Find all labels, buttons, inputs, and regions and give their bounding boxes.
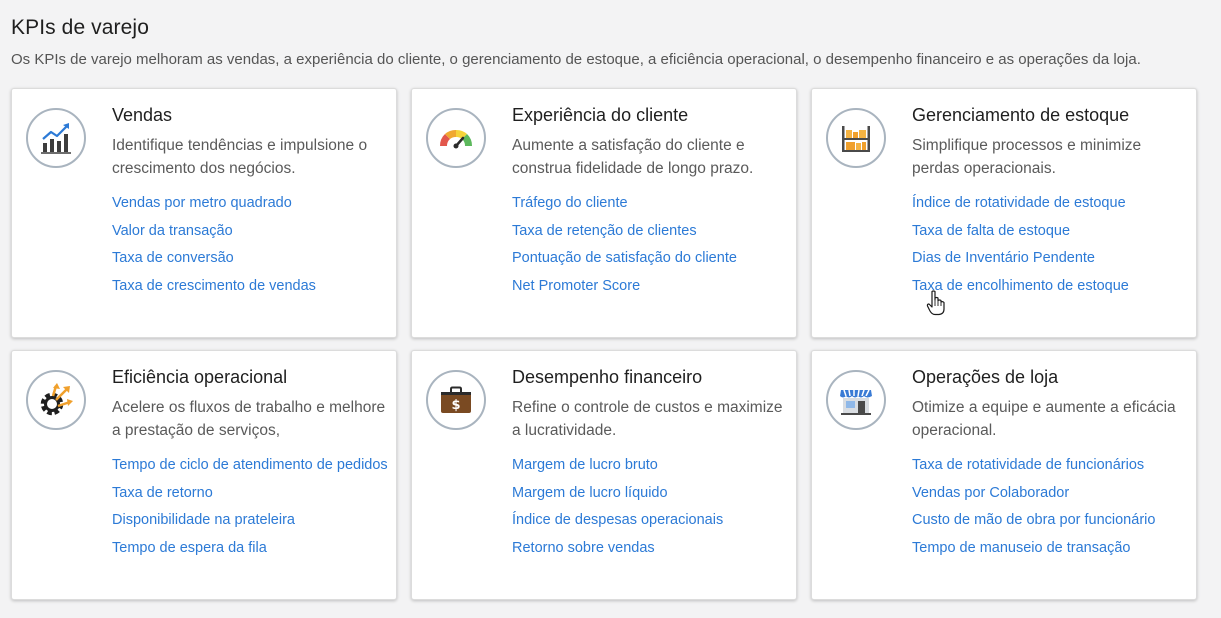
card-store-operations: Operações de loja Otimize a equipe e aum…: [811, 350, 1197, 600]
card-description: Aumente a satisfação do cliente e constr…: [512, 137, 754, 177]
kpi-link-list: Vendas por metro quadrado Valor da trans…: [112, 193, 388, 303]
satisfaction-gauge-icon: [439, 129, 473, 149]
inventory-shelf-icon: [842, 126, 870, 152]
card-icon-circle: [26, 370, 86, 430]
kpi-link-sales-per-square-meter[interactable]: Vendas por metro quadrado: [112, 193, 292, 214]
card-icon-circle: [426, 108, 486, 168]
kpi-link-transaction-value[interactable]: Valor da transação: [112, 221, 233, 242]
kpi-link-inventory-turnover-ratio[interactable]: Índice de rotatividade de estoque: [912, 193, 1126, 214]
kpi-link-gross-profit-margin[interactable]: Margem de lucro bruto: [512, 455, 658, 476]
kpi-link-list: Tempo de ciclo de atendimento de pedidos…: [112, 455, 388, 565]
card-icon-circle: [826, 370, 886, 430]
card-description: Otimize a equipe e aumente a eficácia op…: [912, 399, 1176, 439]
retail-kpis-page: KPIs de varejo Os KPIs de varejo melhora…: [0, 0, 1221, 618]
kpi-link-list: Taxa de rotatividade de funcionários Ven…: [912, 455, 1188, 565]
kpi-link-days-inventory-outstanding[interactable]: Dias de Inventário Pendente: [912, 248, 1095, 269]
page-subtitle: Os KPIs de varejo melhoram as vendas, a …: [11, 51, 1141, 68]
kpi-link-inventory-shrinkage-rate[interactable]: Taxa de encolhimento de estoque: [912, 276, 1129, 297]
kpi-link-sales-per-employee[interactable]: Vendas por Colaborador: [912, 483, 1069, 504]
page-title: KPIs de varejo: [11, 16, 149, 39]
card-customer-experience: Experiência do cliente Aumente a satisfa…: [411, 88, 797, 338]
kpi-link-order-fulfillment-cycle-time[interactable]: Tempo de ciclo de atendimento de pedidos: [112, 455, 388, 476]
card-title: Desempenho financeiro: [512, 367, 703, 387]
kpi-link-sales-growth-rate[interactable]: Taxa de crescimento de vendas: [112, 276, 316, 297]
kpi-link-net-promoter-score[interactable]: Net Promoter Score: [512, 276, 640, 297]
card-title: Eficiência operacional: [112, 367, 288, 387]
kpi-link-customer-satisfaction-score[interactable]: Pontuação de satisfação do cliente: [512, 248, 737, 269]
card-operational-efficiency: Eficiência operacional Acelere os fluxos…: [11, 350, 397, 600]
kpi-link-customer-traffic[interactable]: Tráfego do cliente: [512, 193, 628, 214]
card-inventory-management: Gerenciamento de estoque Simplifique pro…: [811, 88, 1197, 338]
kpi-link-transaction-handling-time[interactable]: Tempo de manuseio de transação: [912, 538, 1130, 559]
kpi-link-queue-wait-time[interactable]: Tempo de espera da fila: [112, 538, 267, 559]
kpi-link-on-shelf-availability[interactable]: Disponibilidade na prateleira: [112, 510, 295, 531]
card-icon-circle: [826, 108, 886, 168]
kpi-link-operating-expense-ratio[interactable]: Índice de despesas operacionais: [512, 510, 723, 531]
storefront-icon: [840, 389, 872, 415]
kpi-link-list: Tráfego do cliente Taxa de retenção de c…: [512, 193, 788, 303]
kpi-link-list: Margem de lucro bruto Margem de lucro lí…: [512, 455, 788, 565]
kpi-link-employee-turnover-rate[interactable]: Taxa de rotatividade de funcionários: [912, 455, 1144, 476]
card-title: Gerenciamento de estoque: [912, 105, 1130, 125]
card-title: Experiência do cliente: [512, 105, 689, 125]
kpi-link-stockout-rate[interactable]: Taxa de falta de estoque: [912, 221, 1070, 242]
card-description: Simplifique processos e minimize perdas …: [912, 137, 1142, 177]
card-title: Operações de loja: [912, 367, 1059, 387]
card-description: Identifique tendências e impulsione o cr…: [112, 137, 368, 177]
kpi-link-net-profit-margin[interactable]: Margem de lucro líquido: [512, 483, 668, 504]
svg-text:$: $: [451, 398, 460, 413]
card-sales: Vendas Identifique tendências e impulsio…: [11, 88, 397, 338]
kpi-link-customer-retention-rate[interactable]: Taxa de retenção de clientes: [512, 221, 697, 242]
card-icon-circle: [26, 108, 86, 168]
kpi-link-labor-cost-per-employee[interactable]: Custo de mão de obra por funcionário: [912, 510, 1155, 531]
card-icon-circle: $: [426, 370, 486, 430]
card-title: Vendas: [112, 105, 173, 125]
kpi-link-return-rate[interactable]: Taxa de retorno: [112, 483, 213, 504]
kpi-link-conversion-rate[interactable]: Taxa de conversão: [112, 248, 234, 269]
card-description: Refine o controle de custos e maximize a…: [512, 399, 783, 439]
card-financial-performance: $ Desempenho financeiro Refine o control…: [411, 350, 797, 600]
card-description: Acelere os fluxos de trabalho e melhore …: [112, 399, 386, 439]
kpi-link-list: Índice de rotatividade de estoque Taxa d…: [912, 193, 1188, 303]
sales-chart-icon: [41, 123, 71, 154]
kpi-link-return-on-sales[interactable]: Retorno sobre vendas: [512, 538, 655, 559]
gear-arrows-icon: [40, 383, 73, 416]
briefcase-dollar-icon: $: [441, 386, 471, 413]
